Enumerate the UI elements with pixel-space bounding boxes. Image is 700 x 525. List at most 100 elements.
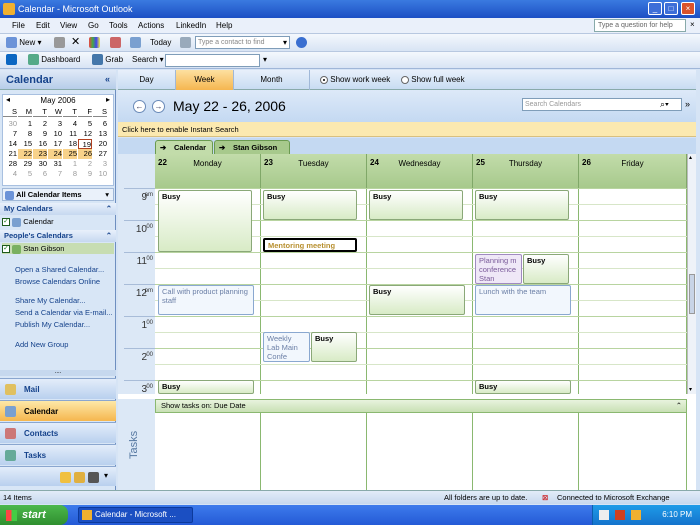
- find-contact-input[interactable]: Type a contact to find: [195, 36, 290, 49]
- mini-cal-day[interactable]: 31: [48, 159, 62, 169]
- mini-cal-day[interactable]: 4: [63, 119, 77, 129]
- publish-my-calendar-link[interactable]: Publish My Calendar...: [15, 320, 90, 329]
- calendar-nav-button[interactable]: Calendar: [0, 400, 116, 421]
- collapse-tasks-icon[interactable]: ⌃: [676, 400, 682, 412]
- menu-view[interactable]: View: [60, 21, 77, 30]
- busy-appointment[interactable]: Busy: [523, 254, 569, 284]
- contact-dropdown-icon[interactable]: ▾: [283, 37, 287, 49]
- mini-cal-day[interactable]: 2: [33, 119, 47, 129]
- mini-cal-day[interactable]: 4: [3, 169, 17, 179]
- scroll-down-icon[interactable]: ▾: [689, 386, 692, 393]
- instant-search-bar[interactable]: Click here to enable Instant Search: [118, 122, 696, 137]
- next-month-icon[interactable]: ▸: [106, 95, 110, 104]
- mini-cal-day[interactable]: 9: [33, 129, 47, 139]
- linkedin-icon[interactable]: [6, 54, 17, 66]
- day-header[interactable]: 26 Friday: [579, 154, 687, 188]
- notes-icon[interactable]: [60, 472, 71, 483]
- tab-calendar[interactable]: ➔ Calendar: [155, 140, 213, 154]
- previous-week-button[interactable]: ←: [133, 100, 146, 113]
- mini-cal-day[interactable]: 8: [18, 129, 32, 139]
- dashboard-button[interactable]: Dashboard: [28, 54, 80, 66]
- busy-appointment[interactable]: Busy: [158, 190, 252, 252]
- lunch-appointment[interactable]: Lunch with the team: [475, 285, 571, 315]
- collapse-section-icon[interactable]: ⌃: [106, 205, 112, 213]
- mini-cal-day[interactable]: 2: [78, 159, 92, 169]
- mini-cal-day[interactable]: 22: [18, 149, 32, 159]
- contacts-nav-button[interactable]: Contacts: [0, 422, 116, 443]
- show-full-week-option[interactable]: Show full week: [401, 75, 465, 84]
- mini-cal-day[interactable]: 20: [93, 139, 107, 149]
- stan-gibson-list-item[interactable]: ✓ Stan Gibson: [2, 243, 114, 254]
- today-button[interactable]: Today: [150, 37, 171, 49]
- tray-security-icon[interactable]: [615, 510, 625, 520]
- search-button[interactable]: Search ▾: [132, 54, 164, 66]
- menu-actions[interactable]: Actions: [138, 21, 164, 30]
- all-calendar-items-dropdown[interactable]: All Calendar Items ▾: [2, 188, 114, 201]
- mini-cal-day[interactable]: 28: [3, 159, 17, 169]
- mini-cal-day[interactable]: 24: [48, 149, 62, 159]
- my-calendars-header[interactable]: My Calendars ⌃: [0, 203, 116, 215]
- maximize-button[interactable]: □: [664, 2, 678, 15]
- mini-cal-day[interactable]: 26: [78, 149, 92, 159]
- folder-list-icon[interactable]: [74, 472, 85, 483]
- search-dropdown-input[interactable]: [165, 54, 260, 67]
- calendar-checkbox[interactable]: ✓: [2, 218, 10, 227]
- show-work-week-option[interactable]: Show work week: [320, 75, 390, 84]
- scroll-up-icon[interactable]: ▴: [689, 154, 692, 161]
- mail-nav-button[interactable]: Mail: [0, 378, 116, 399]
- mini-cal-day[interactable]: 3: [48, 119, 62, 129]
- call-product-appointment[interactable]: Call with product planning staff: [158, 285, 254, 315]
- busy-appointment[interactable]: Busy: [311, 332, 357, 362]
- share-my-calendar-link[interactable]: Share My Calendar...: [15, 296, 85, 305]
- mini-cal-day[interactable]: 23: [33, 149, 47, 159]
- menu-go[interactable]: Go: [88, 21, 99, 30]
- mini-cal-day[interactable]: 30: [33, 159, 47, 169]
- expand-query-icon[interactable]: »: [685, 99, 690, 109]
- mini-cal-day[interactable]: 6: [33, 169, 47, 179]
- menu-tools[interactable]: Tools: [109, 21, 128, 30]
- mini-cal-day[interactable]: 27: [93, 149, 107, 159]
- mini-cal-day[interactable]: 8: [63, 169, 77, 179]
- browse-calendars-online-link[interactable]: Browse Calendars Online: [15, 277, 100, 286]
- calendar-list-item[interactable]: ✓ Calendar: [2, 216, 114, 227]
- vertical-scrollbar[interactable]: ▴ ▾: [687, 154, 696, 394]
- task-day-column[interactable]: [367, 413, 473, 490]
- mini-cal-day[interactable]: 14: [3, 139, 17, 149]
- delete-button[interactable]: ✕: [71, 37, 80, 48]
- mini-cal-day[interactable]: 11: [63, 129, 77, 139]
- mini-cal-day[interactable]: 10: [48, 129, 62, 139]
- task-day-column[interactable]: [155, 413, 261, 490]
- mini-cal-day[interactable]: 3: [93, 159, 107, 169]
- tab-stan-gibson[interactable]: ➔ Stan Gibson: [214, 140, 290, 154]
- mini-cal-day[interactable]: 7: [3, 129, 17, 139]
- search-dropdown-icon[interactable]: ▾: [263, 54, 267, 66]
- mini-cal-day[interactable]: 9: [78, 169, 92, 179]
- mini-cal-day[interactable]: 5: [78, 119, 92, 129]
- mini-cal-day[interactable]: 12: [78, 129, 92, 139]
- day-header[interactable]: 25 Thursday: [473, 154, 579, 188]
- search-calendars-input[interactable]: Search Calendars: [522, 98, 682, 111]
- tray-help-icon[interactable]: [599, 510, 609, 520]
- open-shared-calendar-link[interactable]: Open a Shared Calendar...: [15, 265, 104, 274]
- menu-edit[interactable]: Edit: [36, 21, 50, 30]
- task-day-column[interactable]: [261, 413, 367, 490]
- mini-cal-day[interactable]: 1: [18, 119, 32, 129]
- day-header[interactable]: 23 Tuesday: [261, 154, 367, 188]
- collapse-section-icon[interactable]: ⌃: [106, 232, 112, 240]
- scroll-thumb[interactable]: [689, 274, 695, 314]
- mentoring-appointment[interactable]: Mentoring meeting with: [263, 238, 357, 252]
- mini-cal-day[interactable]: 30: [3, 119, 17, 129]
- help-button[interactable]: [296, 37, 307, 49]
- mini-cal-day[interactable]: 1: [63, 159, 77, 169]
- tab-week[interactable]: Week: [176, 70, 234, 90]
- splitter-handle[interactable]: ....: [0, 369, 116, 376]
- outlook-taskbar-item[interactable]: Calendar - Microsoft ...: [78, 507, 193, 523]
- busy-appointment[interactable]: Busy: [158, 380, 254, 394]
- start-button[interactable]: start: [0, 505, 68, 525]
- address-book-button[interactable]: [110, 37, 121, 49]
- peoples-calendars-header[interactable]: People's Calendars ⌃: [0, 230, 116, 242]
- mini-cal-day[interactable]: 21: [3, 149, 17, 159]
- busy-appointment[interactable]: Busy: [475, 190, 569, 220]
- goto-date-button[interactable]: [130, 37, 141, 49]
- planning-appointment[interactable]: Planning m conference Stan Gibsor: [475, 254, 522, 284]
